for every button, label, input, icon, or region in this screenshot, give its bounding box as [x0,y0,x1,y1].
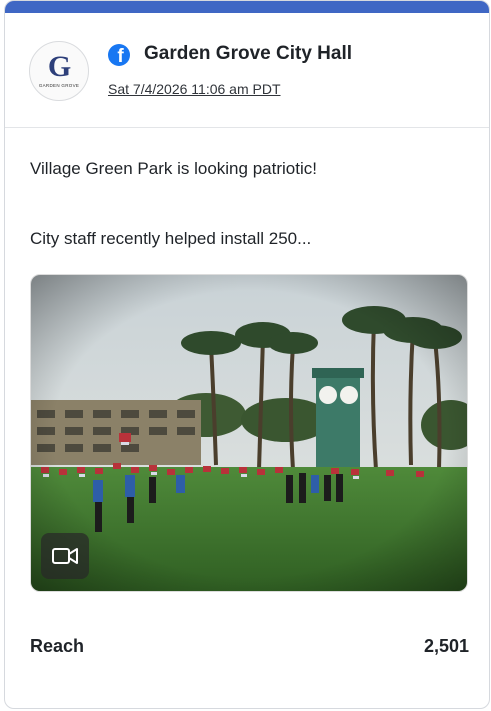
logo-mark: G [47,50,71,83]
post-header: G GARDEN GROVE f Garden Grove City Hall … [5,13,489,128]
post-card: G GARDEN GROVE f Garden Grove City Hall … [4,0,490,709]
reach-label: Reach [30,636,85,656]
post-text-line-2: City staff recently helped install 250..… [30,229,312,248]
logo-caption: GARDEN GROVE [38,83,80,88]
video-indicator-badge [41,533,89,579]
reach-value: 2,501 [423,636,469,656]
park-scene-image [31,275,467,591]
page-avatar-logo[interactable]: G GARDEN GROVE [29,41,89,101]
post-text-line-1: Village Green Park is looking patriotic! [30,159,317,178]
post-timestamp-link[interactable]: Sat 7/4/2026 11:06 am PDT [108,81,281,97]
video-camera-icon [52,548,78,564]
page-name[interactable]: Garden Grove City Hall [144,43,352,65]
facebook-icon: f [108,44,130,66]
accent-bar [5,1,489,13]
post-video-thumbnail[interactable] [30,274,468,592]
